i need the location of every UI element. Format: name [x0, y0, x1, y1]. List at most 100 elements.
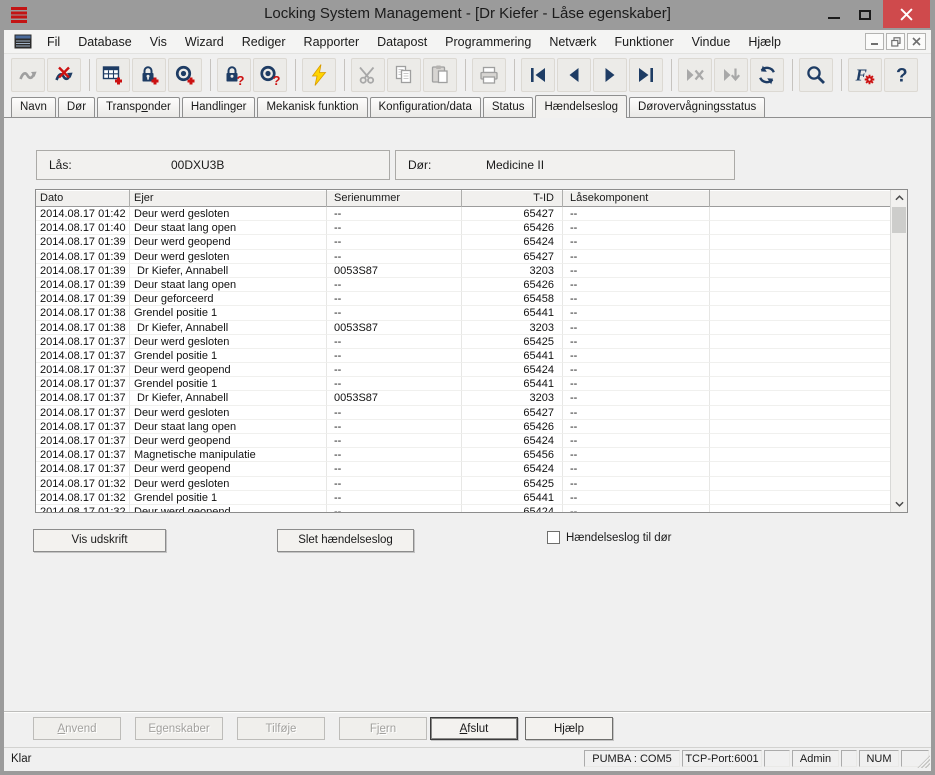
- lock-field-group: Lås: 00DXU3B: [36, 150, 390, 180]
- new-locking-plan-button[interactable]: [96, 58, 130, 92]
- minimize-button[interactable]: [820, 0, 848, 29]
- table-row[interactable]: 2014.08.17 01:38Grendel positie 1--65441…: [36, 306, 890, 320]
- show-printout-button[interactable]: Vis udskrift: [33, 529, 166, 552]
- first-record-button[interactable]: [521, 58, 555, 92]
- table-row[interactable]: 2014.08.17 01:39Deur werd geopend--65424…: [36, 235, 890, 249]
- column-header-Dato[interactable]: Dato: [36, 190, 130, 207]
- filter-settings-button[interactable]: F: [848, 58, 882, 92]
- scroll-up-button[interactable]: [891, 190, 907, 206]
- column-header-Låsekomponent[interactable]: Låsekomponent: [563, 190, 710, 207]
- hjælp-button[interactable]: Hjælp: [525, 717, 613, 740]
- afslut-button[interactable]: Afslut: [430, 717, 518, 740]
- column-header-Ejer[interactable]: Ejer: [130, 190, 327, 207]
- menu-item-programmering[interactable]: Programmering: [436, 33, 540, 51]
- menubar: FilDatabaseVisWizardRedigerRapporterData…: [4, 30, 931, 54]
- column-header-Serienummer[interactable]: Serienummer: [327, 190, 462, 207]
- search-button[interactable]: [799, 58, 833, 92]
- table-cell: 65425: [462, 335, 563, 349]
- menu-item-vindue[interactable]: Vindue: [683, 33, 740, 51]
- table-row[interactable]: 2014.08.17 01:37Grendel positie 1--65441…: [36, 377, 890, 391]
- table-row[interactable]: 2014.08.17 01:32Grendel positie 1--65441…: [36, 491, 890, 505]
- table-row[interactable]: 2014.08.17 01:39Deur geforceerd--65458--: [36, 292, 890, 306]
- menu-item-hjælp[interactable]: Hjælp: [739, 33, 790, 51]
- table-row[interactable]: 2014.08.17 01:39Deur staat lang open--65…: [36, 278, 890, 292]
- menu-item-wizard[interactable]: Wizard: [176, 33, 233, 51]
- menu-item-rediger[interactable]: Rediger: [233, 33, 295, 51]
- table-row[interactable]: 2014.08.17 01:32Deur werd gesloten--6542…: [36, 477, 890, 491]
- scroll-down-button[interactable]: [891, 496, 907, 512]
- read-transponder-button[interactable]: ?: [253, 58, 287, 92]
- resize-grip-icon[interactable]: [917, 755, 930, 768]
- table-cell: Magnetische manipulatie: [130, 448, 327, 462]
- tab-mekanisk-funktion[interactable]: Mekanisk funktion: [257, 97, 367, 117]
- close-button[interactable]: [883, 0, 930, 28]
- tab-dør[interactable]: Dør: [58, 97, 95, 117]
- read-lock-button[interactable]: ?: [217, 58, 251, 92]
- menu-item-funktioner[interactable]: Funktioner: [606, 33, 683, 51]
- next-record-button[interactable]: [593, 58, 627, 92]
- table-cell: [710, 420, 890, 434]
- paste-button[interactable]: [423, 58, 457, 92]
- table-row[interactable]: 2014.08.17 01:37Deur werd geopend--65424…: [36, 462, 890, 476]
- mdi-close-button[interactable]: [907, 33, 926, 50]
- refresh-button[interactable]: [750, 58, 784, 92]
- program-button[interactable]: [302, 58, 336, 92]
- vertical-scrollbar[interactable]: [890, 190, 907, 512]
- table-row[interactable]: 2014.08.17 01:38 Dr Kiefer, Annabell0053…: [36, 321, 890, 335]
- scrollbar-thumb[interactable]: [892, 207, 906, 233]
- system-menu-icon[interactable]: [14, 34, 32, 49]
- menu-item-database[interactable]: Database: [69, 33, 141, 51]
- delete-event-log-button[interactable]: Slet hændelseslog: [277, 529, 414, 552]
- event-log-to-door-checkbox[interactable]: [547, 531, 560, 544]
- table-row[interactable]: 2014.08.17 01:37Deur werd gesloten--6542…: [36, 406, 890, 420]
- maximize-button[interactable]: [850, 0, 880, 29]
- previous-record-button[interactable]: [557, 58, 591, 92]
- column-header-blank[interactable]: [710, 190, 890, 207]
- mdi-restore-button[interactable]: [886, 33, 905, 50]
- tilføje-button: Tilføje: [237, 717, 325, 740]
- cancel-navigation-button[interactable]: [678, 58, 712, 92]
- table-row[interactable]: 2014.08.17 01:37Deur werd gesloten--6542…: [36, 335, 890, 349]
- help-button[interactable]: ?: [884, 58, 918, 92]
- table-row[interactable]: 2014.08.17 01:37Deur werd geopend--65424…: [36, 363, 890, 377]
- table-cell: [710, 349, 890, 363]
- last-record-button[interactable]: [629, 58, 663, 92]
- menu-item-rapporter[interactable]: Rapporter: [295, 33, 369, 51]
- goto-record-button[interactable]: [714, 58, 748, 92]
- table-plus-icon: [102, 64, 124, 86]
- table-row[interactable]: 2014.08.17 01:42Deur werd gesloten--6542…: [36, 207, 890, 221]
- tab-hændelseslog[interactable]: Hændelseslog: [535, 95, 627, 118]
- mdi-minimize-button[interactable]: [865, 33, 884, 50]
- table-row[interactable]: 2014.08.17 01:37 Dr Kiefer, Annabell0053…: [36, 391, 890, 405]
- menu-item-fil[interactable]: Fil: [38, 33, 69, 51]
- table-row[interactable]: 2014.08.17 01:32Deur werd geopend--65424…: [36, 505, 890, 512]
- disconnect-button[interactable]: [47, 58, 81, 92]
- tab-dørovervågningsstatus[interactable]: Dørovervågningsstatus: [629, 97, 765, 117]
- new-lock-button[interactable]: [132, 58, 166, 92]
- print-button[interactable]: [472, 58, 506, 92]
- table-row[interactable]: 2014.08.17 01:39Deur werd gesloten--6542…: [36, 250, 890, 264]
- new-transponder-button[interactable]: [168, 58, 202, 92]
- table-cell: --: [327, 477, 462, 491]
- table-row[interactable]: 2014.08.17 01:39 Dr Kiefer, Annabell0053…: [36, 264, 890, 278]
- menu-item-netværk[interactable]: Netværk: [540, 33, 605, 51]
- table-cell: Grendel positie 1: [130, 491, 327, 505]
- menu-item-vis[interactable]: Vis: [141, 33, 176, 51]
- tab-navn[interactable]: Navn: [11, 97, 56, 117]
- table-cell: --: [563, 377, 710, 391]
- cut-button[interactable]: [351, 58, 385, 92]
- tab-konfiguration-data[interactable]: Konfiguration/data: [370, 97, 481, 117]
- table-row[interactable]: 2014.08.17 01:37Deur werd geopend--65424…: [36, 434, 890, 448]
- tab-status[interactable]: Status: [483, 97, 534, 117]
- column-header-T-ID[interactable]: T-ID: [462, 190, 563, 207]
- table-row[interactable]: 2014.08.17 01:40Deur staat lang open--65…: [36, 221, 890, 235]
- table-row[interactable]: 2014.08.17 01:37Magnetische manipulatie-…: [36, 448, 890, 462]
- menu-item-datapost[interactable]: Datapost: [368, 33, 436, 51]
- undo-button[interactable]: [11, 58, 45, 92]
- tab-transponder[interactable]: Transponder: [97, 97, 180, 117]
- table-row[interactable]: 2014.08.17 01:37Grendel positie 1--65441…: [36, 349, 890, 363]
- tab-handlinger[interactable]: Handlinger: [182, 97, 256, 117]
- table-row[interactable]: 2014.08.17 01:37Deur staat lang open--65…: [36, 420, 890, 434]
- copy-button[interactable]: [387, 58, 421, 92]
- status-panel-tcp-port-6001: TCP-Port:6001: [682, 750, 762, 767]
